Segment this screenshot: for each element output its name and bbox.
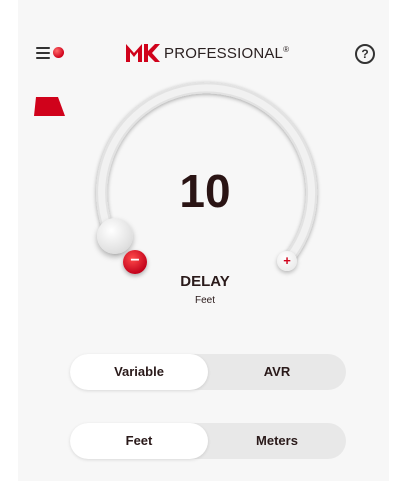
parameter-label: DELAY — [180, 273, 230, 290]
help-circle-icon: ? — [361, 47, 369, 61]
dial-value: 10 — [179, 165, 231, 217]
menu-button[interactable] — [36, 44, 70, 64]
decrease-button[interactable]: − — [123, 250, 147, 274]
mode-toggle: Variable AVR — [70, 354, 346, 390]
dial-knob[interactable] — [97, 218, 133, 254]
plus-icon: + — [283, 253, 291, 268]
units-option-meters[interactable]: Meters — [208, 423, 346, 459]
mode-option-variable[interactable]: Variable — [70, 354, 208, 390]
app-header: PROFESSIONAL® ? — [0, 0, 398, 100]
brand-logo: PROFESSIONAL® — [126, 42, 289, 64]
mk-logo-icon — [126, 44, 160, 62]
mode-option-avr[interactable]: AVR — [208, 354, 346, 390]
units-option-feet[interactable]: Feet — [70, 423, 208, 459]
parameter-unit: Feet — [194, 295, 215, 306]
brand-name: PROFESSIONAL® — [164, 44, 290, 62]
status-dot-icon — [53, 47, 64, 58]
help-button[interactable]: ? — [355, 44, 375, 64]
units-toggle: Feet Meters — [70, 423, 346, 459]
red-flag-icon — [34, 97, 65, 116]
minus-icon: − — [130, 252, 140, 269]
increase-button[interactable]: + — [277, 251, 297, 271]
hamburger-menu-icon — [36, 47, 50, 59]
